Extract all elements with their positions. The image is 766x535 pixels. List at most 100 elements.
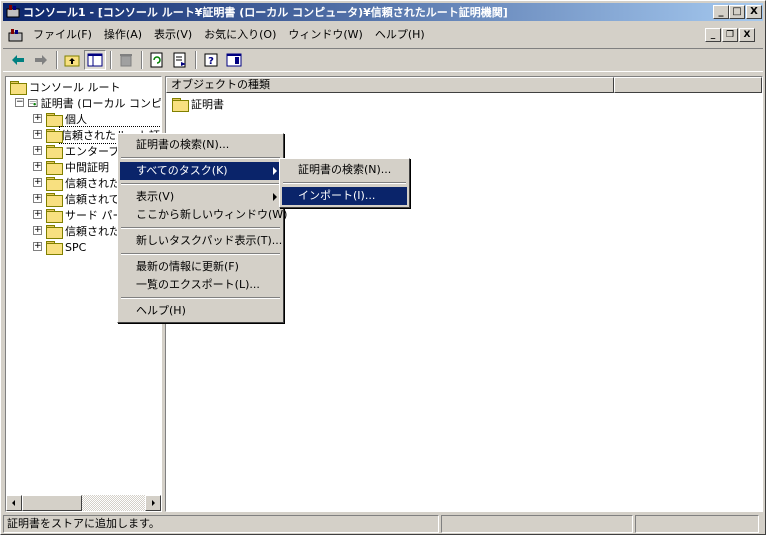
status-bar: 証明書をストアに追加します。 — [3, 515, 763, 533]
tree-root-label: コンソール ルート — [29, 81, 121, 94]
expand-icon[interactable]: + — [33, 242, 42, 251]
expand-icon[interactable]: + — [33, 146, 42, 155]
folder-icon — [46, 177, 63, 191]
menu-item-refresh[interactable]: 最新の情報に更新(F) — [120, 258, 281, 276]
menu-item-new-taskpad[interactable]: 新しいタスクパッド表示(T)... — [120, 232, 282, 250]
show-hide-tree-button[interactable] — [84, 50, 106, 70]
folder-icon — [46, 113, 63, 127]
column-header-empty[interactable] — [614, 77, 762, 93]
submenu-item-import[interactable]: インポート(I)... — [282, 187, 407, 205]
menu-item-view[interactable]: 表示(V) — [120, 188, 281, 206]
folder-icon — [46, 161, 63, 175]
tree-certificates-label: 証明書 (ローカル コンピ — [40, 97, 162, 110]
submenu-arrow-icon — [273, 167, 277, 175]
menu-item-find-certificates[interactable]: 証明書の検索(N)... — [120, 136, 281, 154]
scroll-left-icon — [12, 500, 15, 506]
window-title: コンソール1 - [コンソール ルート¥証明書 (ローカル コンピュータ)¥信頼… — [23, 6, 508, 19]
menu-help[interactable]: ヘルプ(H) — [369, 25, 431, 45]
context-menu: 証明書の検索(N)... すべてのタスク(K) 表示(V) ここから新しいウィン… — [117, 133, 287, 323]
status-text: 証明書をストアに追加します。 — [3, 515, 439, 533]
mdi-close-button[interactable]: X — [739, 28, 755, 42]
scroll-left-button[interactable] — [6, 495, 22, 511]
menu-item-help[interactable]: ヘルプ(H) — [120, 302, 281, 320]
close-button[interactable]: X — [746, 5, 762, 19]
minimize-button[interactable]: _ — [713, 5, 729, 19]
submenu-arrow-icon — [273, 193, 277, 201]
tree-item-label: 中間証明 — [65, 161, 109, 174]
toolbar-separator — [110, 51, 112, 69]
tree-horizontal-scrollbar[interactable] — [6, 495, 161, 511]
back-arrow-icon — [12, 55, 24, 65]
folder-icon — [10, 81, 27, 95]
tree-pane-icon — [87, 53, 103, 67]
console-pane-icon — [226, 53, 242, 67]
column-header-object-type[interactable]: オブジェクトの種類 — [166, 77, 614, 93]
menu-item-all-tasks[interactable]: すべてのタスク(K) — [120, 162, 281, 180]
menu-item-view-label: 表示(V) — [136, 190, 175, 203]
expand-icon[interactable]: + — [33, 114, 42, 123]
folder-icon — [46, 145, 63, 159]
delete-button[interactable] — [115, 50, 137, 70]
console-icon[interactable] — [7, 27, 25, 43]
back-button[interactable] — [7, 50, 29, 70]
menu-action[interactable]: 操作(A) — [98, 25, 148, 45]
tree-certificates[interactable]: − 証明書 (ローカル コンピ — [8, 95, 162, 111]
open-folder-icon — [46, 129, 63, 143]
mdi-minimize-button[interactable]: _ — [705, 28, 721, 42]
tree-item-personal[interactable]: + 個人 — [8, 111, 161, 127]
help-icon: ? — [204, 53, 218, 67]
expand-icon[interactable]: + — [33, 178, 42, 187]
forward-button[interactable] — [30, 50, 52, 70]
minimize-icon: _ — [718, 6, 724, 17]
mmc-app-icon — [6, 5, 20, 18]
show-action-pane-button[interactable] — [223, 50, 245, 70]
menu-item-new-window[interactable]: ここから新しいウィンドウ(W) — [120, 206, 287, 224]
tree-item-label: 個人 — [65, 113, 87, 126]
toolbar: ? — [3, 48, 763, 72]
tree-item-label: 信頼された — [65, 177, 120, 190]
menu-item-export-list[interactable]: 一覧のエクスポート(L)... — [120, 276, 281, 294]
expand-icon[interactable]: + — [33, 226, 42, 235]
help-button[interactable]: ? — [200, 50, 222, 70]
menu-separator — [121, 183, 280, 185]
menu-file[interactable]: ファイル(F) — [27, 25, 98, 45]
menu-window[interactable]: ウィンドウ(W) — [282, 25, 368, 45]
close-icon: X — [750, 6, 758, 17]
tree-item-label: SPC — [65, 240, 87, 254]
all-tasks-submenu: 証明書の検索(N)... インポート(I)... — [279, 158, 410, 208]
delete-icon — [120, 54, 132, 67]
menu-separator — [121, 253, 280, 255]
expand-icon[interactable]: + — [33, 162, 42, 171]
menu-separator — [121, 297, 280, 299]
certificate-store-icon — [28, 99, 38, 107]
maximize-button[interactable]: □ — [729, 5, 745, 19]
scroll-track[interactable] — [22, 495, 145, 511]
tree-root[interactable]: コンソール ルート — [8, 79, 161, 95]
menu-separator — [121, 227, 280, 229]
menu-separator — [121, 157, 280, 159]
toolbar-separator — [56, 51, 58, 69]
list-item-label: 証明書 — [191, 98, 224, 111]
expand-icon[interactable]: + — [33, 194, 42, 203]
refresh-button[interactable] — [146, 50, 168, 70]
status-panel-2 — [441, 515, 633, 533]
submenu-item-find-certificates[interactable]: 証明書の検索(N)... — [282, 161, 407, 179]
status-panel-3 — [635, 515, 759, 533]
title-bar[interactable]: コンソール1 - [コンソール ルート¥証明書 (ローカル コンピュータ)¥信頼… — [3, 3, 763, 21]
list-item-certificates[interactable]: 証明書 — [172, 96, 224, 112]
up-one-level-button[interactable] — [61, 50, 83, 70]
folder-icon — [46, 241, 63, 255]
expand-icon[interactable]: + — [33, 130, 42, 139]
scroll-right-button[interactable] — [145, 495, 161, 511]
toolbar-separator — [195, 51, 197, 69]
folder-icon — [172, 98, 189, 112]
menu-view[interactable]: 表示(V) — [148, 25, 198, 45]
menu-bar: ファイル(F) 操作(A) 表示(V) お気に入り(O) ウィンドウ(W) ヘル… — [3, 23, 763, 47]
scroll-thumb[interactable] — [22, 495, 82, 511]
expand-icon[interactable]: + — [33, 210, 42, 219]
collapse-icon[interactable]: − — [15, 98, 24, 107]
mdi-restore-button[interactable]: ❐ — [722, 28, 738, 42]
mmc-window: コンソール1 - [コンソール ルート¥証明書 (ローカル コンピュータ)¥信頼… — [0, 0, 766, 535]
export-list-button[interactable] — [169, 50, 191, 70]
menu-favorites[interactable]: お気に入り(O) — [198, 25, 282, 45]
